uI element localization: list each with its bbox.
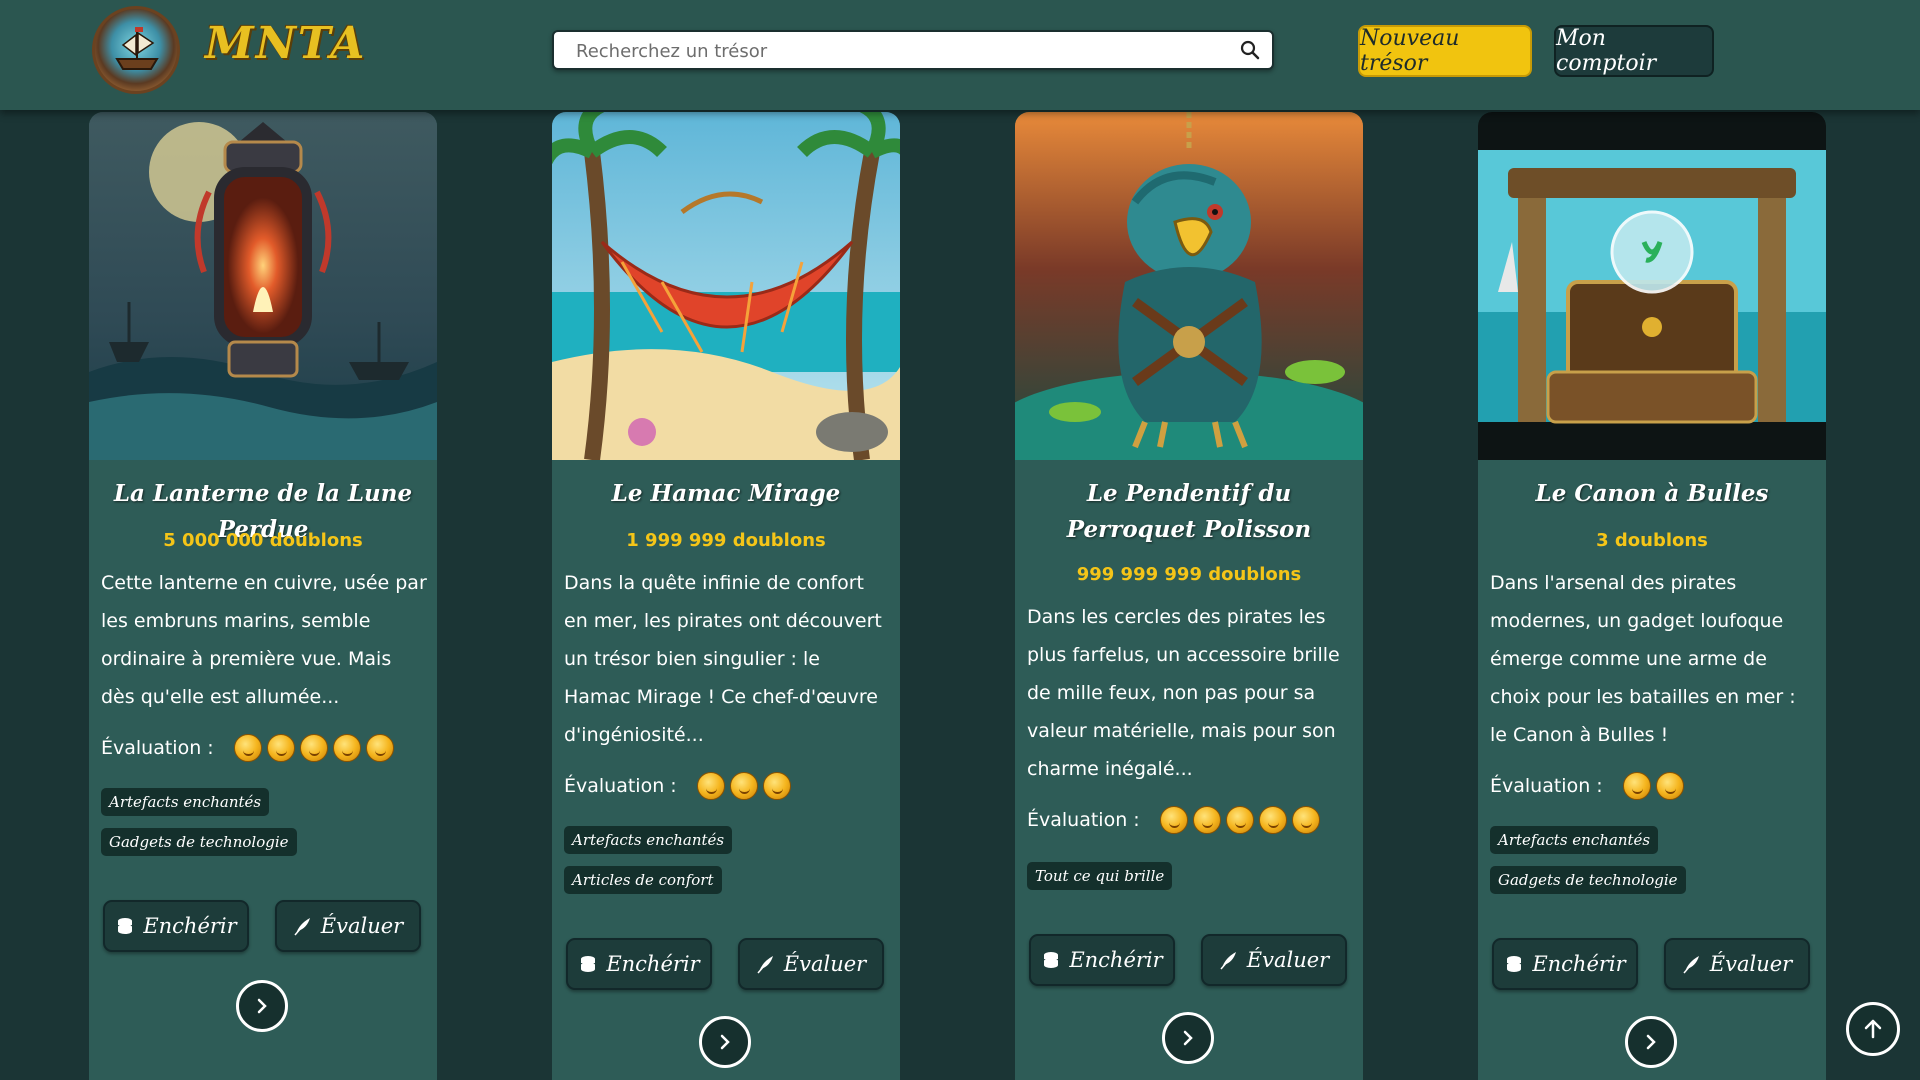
rate-button-label: Évaluer bbox=[1709, 952, 1793, 976]
details-arrow-button[interactable] bbox=[1625, 1016, 1677, 1068]
scroll-to-top-button[interactable] bbox=[1846, 1002, 1900, 1056]
details-arrow-button[interactable] bbox=[1162, 1012, 1214, 1064]
rating-coin-icon bbox=[299, 734, 328, 762]
bid-button-label: Enchérir bbox=[1532, 952, 1626, 976]
rating-coin-icon bbox=[1192, 806, 1221, 834]
card-title[interactable]: Le Pendentif du Perroquet Polisson bbox=[1027, 476, 1351, 548]
new-treasure-button[interactable]: Nouveau trésor bbox=[1358, 25, 1532, 77]
category-tag[interactable]: Artefacts enchantés bbox=[101, 788, 270, 816]
coins-icon bbox=[578, 954, 598, 974]
rate-button[interactable]: Évaluer bbox=[1201, 934, 1347, 986]
card-price: 3 doublons bbox=[1596, 530, 1708, 551]
bid-button[interactable]: Enchérir bbox=[1029, 934, 1175, 986]
coins-icon bbox=[1504, 954, 1524, 974]
details-arrow-button[interactable] bbox=[236, 980, 288, 1032]
rating-label: Évaluation : bbox=[101, 737, 214, 759]
card-price: 999 999 999 doublons bbox=[1076, 564, 1302, 585]
bid-button-label: Enchérir bbox=[143, 914, 237, 938]
quill-icon bbox=[1219, 950, 1239, 970]
category-tag[interactable]: Gadgets de technologie bbox=[1490, 866, 1686, 894]
category-tag[interactable]: Tout ce qui brille bbox=[1027, 862, 1173, 890]
chevron-right-icon bbox=[257, 998, 267, 1014]
chevron-right-icon bbox=[1646, 1034, 1656, 1050]
bubble-cannon-image[interactable] bbox=[1478, 112, 1826, 460]
card-rating: Évaluation : bbox=[101, 732, 394, 764]
rate-button-label: Évaluer bbox=[783, 952, 867, 976]
bid-button[interactable]: Enchérir bbox=[566, 938, 712, 990]
chevron-right-icon bbox=[720, 1034, 730, 1050]
rating-label: Évaluation : bbox=[1027, 809, 1140, 831]
treasure-card: Le Pendentif du Perroquet Polisson 999 9… bbox=[1015, 112, 1363, 1080]
rating-coin-icon bbox=[1225, 806, 1254, 834]
parrot-pendant-image[interactable] bbox=[1015, 112, 1363, 460]
rating-coin-icon bbox=[1258, 806, 1287, 834]
search-input[interactable] bbox=[576, 37, 1216, 65]
quill-icon bbox=[1682, 954, 1702, 974]
rating-coin-icon bbox=[762, 772, 791, 800]
rating-coin-icon bbox=[332, 734, 361, 762]
card-title[interactable]: Le Hamac Mirage bbox=[564, 476, 888, 512]
bid-button-label: Enchérir bbox=[606, 952, 700, 976]
rating-coins bbox=[696, 772, 791, 800]
card-description: Cette lanterne en cuivre, usée par les e… bbox=[101, 572, 427, 708]
category-tag[interactable]: Artefacts enchantés bbox=[564, 826, 733, 854]
hammock-image[interactable] bbox=[552, 112, 900, 460]
rate-button-label: Évaluer bbox=[320, 914, 404, 938]
rating-label: Évaluation : bbox=[1490, 775, 1603, 797]
top-bar: MNTA Nouveau trésor Mon comptoir bbox=[0, 0, 1920, 110]
category-tag[interactable]: Artefacts enchantés bbox=[1490, 826, 1659, 854]
coins-icon bbox=[1041, 950, 1061, 970]
rating-coin-icon bbox=[1291, 806, 1320, 834]
rating-coins bbox=[1622, 772, 1684, 800]
card-price: 1 999 999 doublons bbox=[626, 530, 826, 551]
card-rating: Évaluation : bbox=[1490, 770, 1684, 802]
bid-button[interactable]: Enchérir bbox=[1492, 938, 1638, 990]
card-rating: Évaluation : bbox=[1027, 804, 1320, 836]
category-tag[interactable]: Gadgets de technologie bbox=[101, 828, 297, 856]
treasure-card: La Lanterne de la Lune Perdue 5 000 000 … bbox=[89, 112, 437, 1080]
treasure-card: Le Canon à Bulles 3 doublons Dans l'arse… bbox=[1478, 112, 1826, 1080]
rating-coin-icon bbox=[696, 772, 725, 800]
quill-icon bbox=[756, 954, 776, 974]
details-arrow-button[interactable] bbox=[699, 1016, 751, 1068]
bid-button[interactable]: Enchérir bbox=[103, 900, 249, 952]
bid-button-label: Enchérir bbox=[1069, 948, 1163, 972]
treasure-card: Le Hamac Mirage 1 999 999 doublons Dans … bbox=[552, 112, 900, 1080]
pirate-ship-logo[interactable] bbox=[92, 6, 180, 94]
category-tag[interactable]: Articles de confort bbox=[564, 866, 722, 894]
rating-label: Évaluation : bbox=[564, 775, 677, 797]
card-title[interactable]: Le Canon à Bulles bbox=[1490, 476, 1814, 512]
brand-logo-text[interactable]: MNTA bbox=[205, 18, 366, 69]
rate-button[interactable]: Évaluer bbox=[1664, 938, 1810, 990]
card-price: 5 000 000 doublons bbox=[163, 530, 363, 551]
chevron-right-icon bbox=[1183, 1030, 1193, 1046]
rate-button[interactable]: Évaluer bbox=[275, 900, 421, 952]
search-bar bbox=[552, 30, 1274, 70]
coins-icon bbox=[115, 916, 135, 936]
rate-button[interactable]: Évaluer bbox=[738, 938, 884, 990]
rating-coin-icon bbox=[266, 734, 295, 762]
card-description: Dans la quête infinie de confort en mer,… bbox=[564, 572, 882, 746]
card-rating: Évaluation : bbox=[564, 770, 791, 802]
rating-coin-icon bbox=[1622, 772, 1651, 800]
rating-coin-icon bbox=[1655, 772, 1684, 800]
rating-coins bbox=[233, 734, 394, 762]
rate-button-label: Évaluer bbox=[1246, 948, 1330, 972]
card-description: Dans les cercles des pirates les plus fa… bbox=[1027, 606, 1340, 780]
rating-coins bbox=[1159, 806, 1320, 834]
card-description: Dans l'arsenal des pirates modernes, un … bbox=[1490, 572, 1796, 746]
rating-coin-icon bbox=[233, 734, 262, 762]
search-icon[interactable] bbox=[1240, 40, 1260, 64]
rating-coin-icon bbox=[365, 734, 394, 762]
quill-icon bbox=[293, 916, 313, 936]
lantern-image[interactable] bbox=[89, 112, 437, 460]
rating-coin-icon bbox=[729, 772, 758, 800]
arrow-up-icon bbox=[1864, 1019, 1882, 1039]
my-counter-button[interactable]: Mon comptoir bbox=[1554, 25, 1714, 77]
rating-coin-icon bbox=[1159, 806, 1188, 834]
